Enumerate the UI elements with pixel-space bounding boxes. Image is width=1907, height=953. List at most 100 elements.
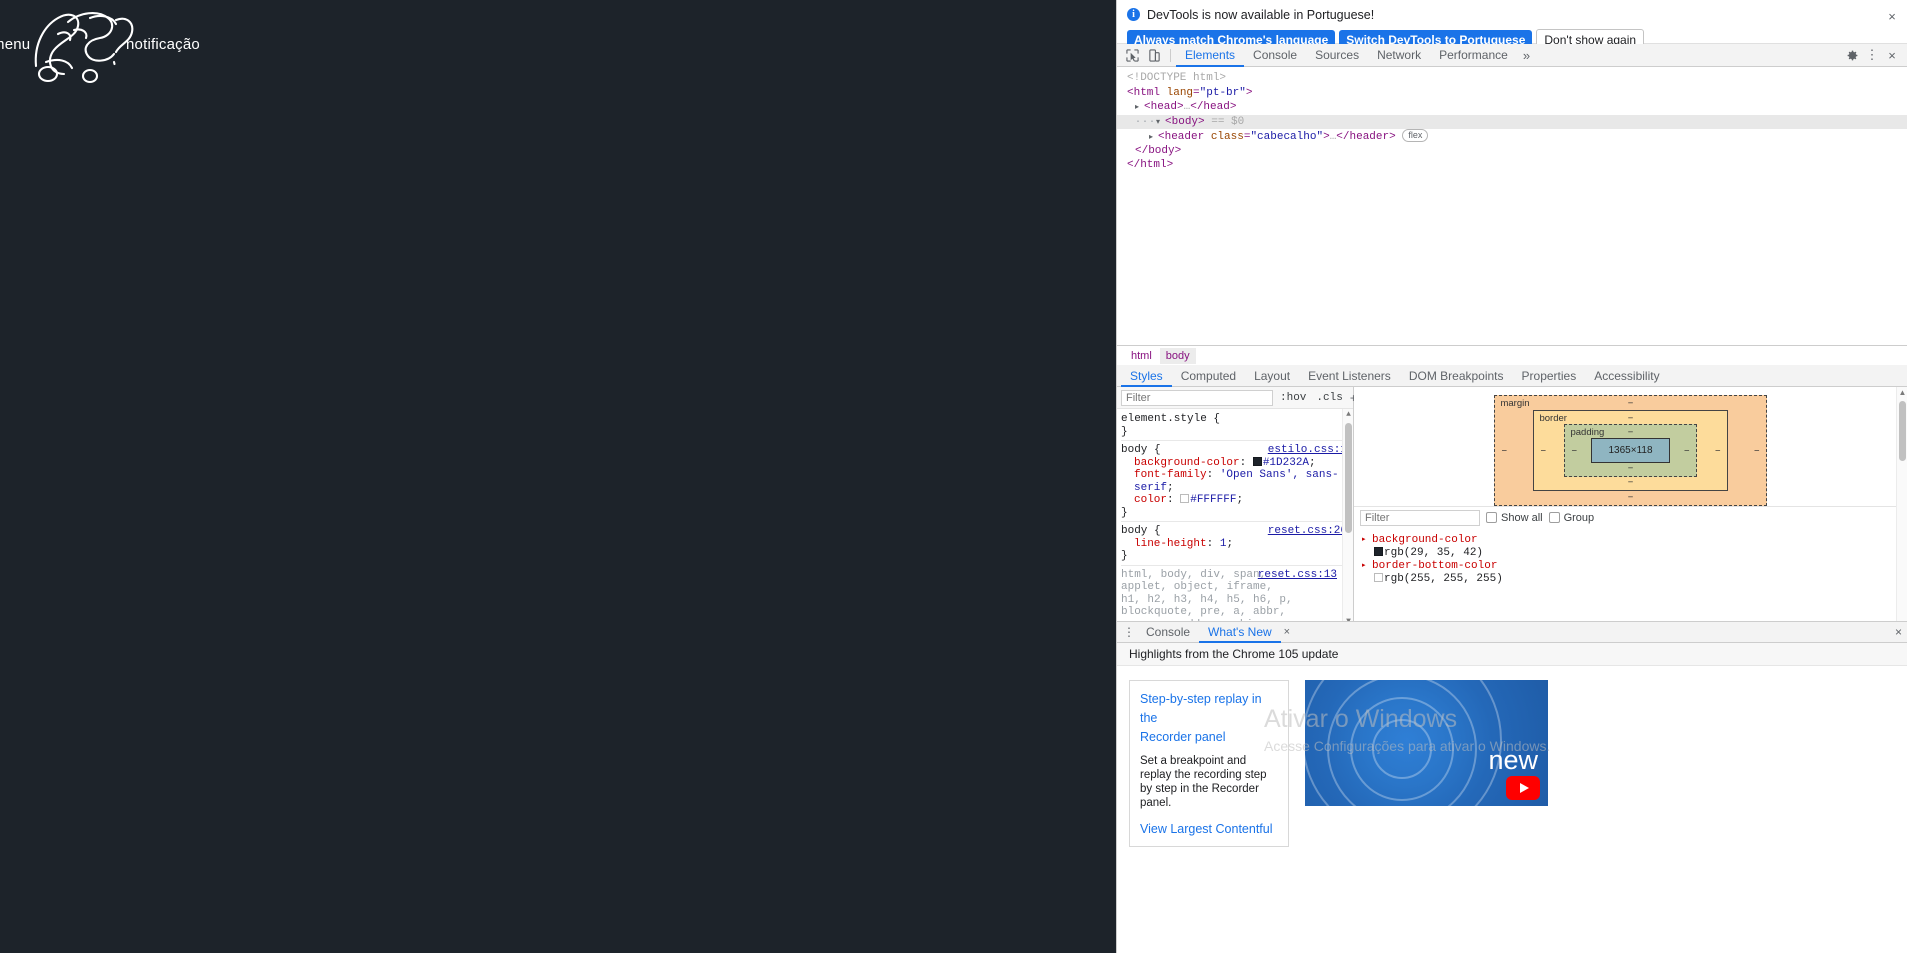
expand-triangle-icon[interactable]: ▸: [1362, 534, 1369, 547]
scroll-up-icon[interactable]: ▲: [1897, 387, 1907, 398]
css-scrollbar[interactable]: ▲ ▼: [1342, 409, 1353, 627]
tab-properties[interactable]: Properties: [1513, 365, 1586, 387]
css-selector[interactable]: body: [1121, 525, 1147, 537]
border-left-value[interactable]: −: [1540, 445, 1546, 456]
tab-dom-breakpoints[interactable]: DOM Breakpoints: [1400, 365, 1513, 387]
cls-toggle[interactable]: .cls: [1313, 392, 1345, 404]
kebab-menu-icon[interactable]: ⋮: [1863, 46, 1881, 65]
box-model-margin[interactable]: margin − − − − border − − − − padding − …: [1494, 395, 1767, 506]
margin-right-value[interactable]: −: [1754, 445, 1760, 456]
checkbox-box[interactable]: [1486, 512, 1497, 523]
css-selector[interactable]: element.style: [1121, 413, 1207, 426]
gear-icon[interactable]: [1843, 46, 1861, 65]
dom-tree[interactable]: <!DOCTYPE html> <html lang="pt-br"> ▸ <he…: [1117, 67, 1907, 345]
css-selector[interactable]: body: [1121, 444, 1147, 456]
border-bottom-value[interactable]: −: [1628, 477, 1634, 488]
drawer-tab-close-icon[interactable]: ×: [1284, 626, 1290, 638]
styles-filter-input[interactable]: [1121, 389, 1273, 406]
css-declaration[interactable]: background-color: #1D232A;: [1121, 456, 1347, 470]
dom-line-html-close[interactable]: </html>: [1117, 158, 1907, 173]
computed-property-row[interactable]: ▸ border-bottom-color: [1362, 560, 1899, 573]
css-source-link[interactable]: estilo.css:1: [1262, 444, 1347, 457]
show-all-checkbox[interactable]: Show all: [1486, 512, 1543, 524]
css-property[interactable]: font-family: [1134, 469, 1207, 481]
close-icon[interactable]: ×: [1885, 10, 1899, 24]
css-rule-body-reset[interactable]: body { reset.css:26 line-height: 1; }: [1121, 525, 1347, 563]
css-property[interactable]: color: [1134, 494, 1167, 506]
tab-layout[interactable]: Layout: [1245, 365, 1299, 387]
css-declaration[interactable]: font-family: 'Open Sans', sans-serif;: [1121, 469, 1347, 494]
color-swatch[interactable]: [1374, 573, 1383, 582]
tab-computed[interactable]: Computed: [1172, 365, 1245, 387]
computed-filter-input[interactable]: [1360, 509, 1480, 526]
whats-new-card[interactable]: Step-by-step replay in the Recorder pane…: [1129, 680, 1289, 847]
computed-property-name[interactable]: background-color: [1372, 534, 1478, 547]
css-declaration[interactable]: line-height: 1;: [1121, 538, 1347, 551]
margin-left-value[interactable]: −: [1501, 445, 1507, 456]
css-rules-list[interactable]: element.style { } body { estilo.css:1 ba…: [1117, 409, 1353, 627]
margin-top-value[interactable]: −: [1628, 398, 1634, 409]
computed-scroll-thumb[interactable]: [1899, 401, 1906, 461]
dom-line-head[interactable]: ▸ <head>…</head>: [1117, 100, 1907, 115]
breadcrumb-item-body[interactable]: body: [1159, 347, 1196, 364]
tab-sources[interactable]: Sources: [1306, 44, 1368, 67]
drawer-kebab-icon[interactable]: ⋮: [1121, 625, 1137, 639]
computed-property-row[interactable]: ▸ background-color: [1362, 534, 1899, 547]
css-source-link[interactable]: reset.css:13: [1252, 569, 1337, 582]
padding-top-value[interactable]: −: [1628, 427, 1634, 438]
computed-property-value[interactable]: rgb(29, 35, 42): [1362, 547, 1899, 560]
computed-scrollbar[interactable]: ▲: [1896, 387, 1907, 627]
inspect-cursor-icon[interactable]: [1121, 45, 1143, 66]
padding-left-value[interactable]: −: [1571, 445, 1577, 456]
dom-line-body[interactable]: ···▾ <body> == $0: [1117, 114, 1907, 129]
border-top-value[interactable]: −: [1628, 413, 1634, 424]
css-scroll-thumb[interactable]: [1345, 423, 1352, 533]
drawer-tab-whats-new[interactable]: What's New: [1199, 622, 1281, 643]
scroll-up-icon[interactable]: ▲: [1343, 409, 1353, 420]
breadcrumb-item-html[interactable]: html: [1125, 348, 1158, 364]
tab-accessibility[interactable]: Accessibility: [1585, 365, 1668, 387]
padding-bottom-value[interactable]: −: [1628, 463, 1634, 474]
dom-line-header[interactable]: ▸ <header class="cabecalho">…</header> fl…: [1117, 129, 1907, 144]
color-swatch[interactable]: [1252, 456, 1262, 466]
border-right-value[interactable]: −: [1715, 445, 1721, 456]
flex-badge[interactable]: flex: [1402, 129, 1429, 142]
tab-elements[interactable]: Elements: [1176, 44, 1244, 67]
group-checkbox[interactable]: Group: [1548, 512, 1594, 524]
tab-performance[interactable]: Performance: [1430, 44, 1517, 67]
dom-line-body-close[interactable]: </body>: [1117, 144, 1907, 159]
tab-console[interactable]: Console: [1244, 44, 1306, 67]
padding-right-value[interactable]: −: [1684, 445, 1690, 456]
computed-property-name[interactable]: border-bottom-color: [1372, 560, 1497, 573]
site-logo[interactable]: [28, 4, 138, 90]
checkbox-box[interactable]: [1548, 512, 1560, 523]
box-model-padding[interactable]: padding − − − − 1365×118: [1564, 424, 1697, 477]
expand-triangle-icon[interactable]: ▸: [1362, 560, 1369, 573]
css-value[interactable]: #FFFFFF: [1190, 494, 1236, 506]
device-toolbar-icon[interactable]: [1143, 45, 1165, 66]
dom-line-doctype[interactable]: <!DOCTYPE html>: [1117, 71, 1907, 86]
css-property[interactable]: line-height: [1134, 538, 1207, 550]
box-model-content-size[interactable]: 1365×118: [1591, 438, 1670, 463]
css-property[interactable]: background-color: [1134, 457, 1240, 469]
css-declaration[interactable]: color: #FFFFFF;: [1121, 494, 1347, 507]
hov-toggle[interactable]: :hov: [1277, 392, 1309, 404]
computed-properties-list[interactable]: ▸ background-color rgb(29, 35, 42) ▸ bor…: [1354, 528, 1907, 586]
card-second-link[interactable]: View Largest Contentful: [1140, 822, 1278, 836]
drawer-close-icon[interactable]: ×: [1895, 625, 1902, 639]
tab-network[interactable]: Network: [1368, 44, 1430, 67]
css-rule-reset-universal[interactable]: html, body, div, span, applet, object, i…: [1121, 569, 1347, 628]
computed-property-value[interactable]: rgb(255, 255, 255): [1362, 573, 1899, 586]
youtube-icon[interactable]: [1506, 776, 1540, 800]
css-rule-body-estilo[interactable]: body { estilo.css:1 background-color: #1…: [1121, 444, 1347, 519]
box-model-border[interactable]: border − − − − padding − − − − 1365×118: [1533, 410, 1728, 491]
css-rule-element-style[interactable]: element.style { }: [1121, 413, 1347, 438]
close-devtools-icon[interactable]: ×: [1883, 46, 1901, 65]
css-source-link[interactable]: reset.css:26: [1262, 525, 1347, 538]
nav-item-menu[interactable]: menu: [0, 36, 30, 53]
tab-event-listeners[interactable]: Event Listeners: [1299, 365, 1400, 387]
whats-new-video[interactable]: new: [1305, 680, 1548, 806]
card-title-line2[interactable]: Recorder panel: [1140, 728, 1278, 747]
drawer-tab-console[interactable]: Console: [1137, 622, 1199, 643]
more-tabs-icon[interactable]: »: [1517, 48, 1536, 63]
